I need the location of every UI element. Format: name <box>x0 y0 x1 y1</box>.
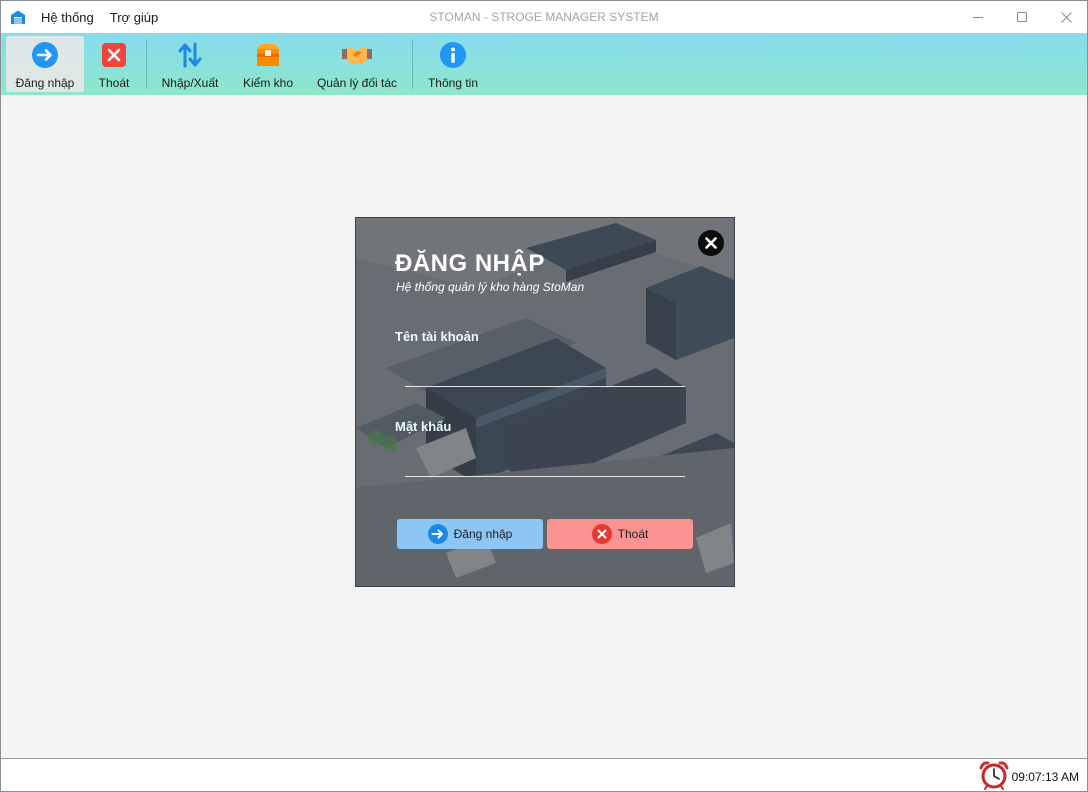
maximize-button[interactable] <box>1000 1 1044 33</box>
info-icon <box>438 40 468 70</box>
main-window: Hệ thống Trợ giúp STOMAN - STROGE MANAGE… <box>0 0 1088 792</box>
toolbar-exit-button[interactable]: Thoát <box>91 36 137 92</box>
toolbar-separator <box>412 39 413 89</box>
toolbar-login-label: Đăng nhập <box>15 76 75 90</box>
handshake-icon <box>342 40 372 70</box>
toolbar-info-label: Thông tin <box>427 76 479 90</box>
menu-system[interactable]: Hệ thống <box>41 10 94 25</box>
toolbar-info-button[interactable]: Thông tin <box>422 36 484 92</box>
minimize-button[interactable] <box>956 1 1000 33</box>
toolbar-partners-label: Quản lý đối tác <box>316 76 398 90</box>
username-label: Tên tài khoản <box>395 329 479 344</box>
toolbar-import-export-label: Nhập/Xuất <box>161 76 219 90</box>
toolbar-partners-button[interactable]: Quản lý đối tác <box>313 36 401 92</box>
login-dialog: ĐĂNG NHẬP Hệ thống quản lý kho hàng StoM… <box>355 217 735 587</box>
alarm-clock-icon <box>979 761 1009 790</box>
password-label: Mật khẩu <box>395 419 452 434</box>
box-icon <box>253 40 283 70</box>
toolbar-import-export-button[interactable]: Nhập/Xuất <box>155 36 225 92</box>
status-bar: 09:07:13 AM <box>1 758 1087 791</box>
toolbar-exit-label: Thoát <box>98 76 130 90</box>
toolbar-separator <box>146 39 147 89</box>
exit-x-icon <box>99 40 129 70</box>
exit-button[interactable]: Thoát <box>547 519 693 549</box>
dialog-title: ĐĂNG NHẬP <box>395 250 545 277</box>
login-button[interactable]: Đăng nhập <box>397 519 543 549</box>
menu-bar: Hệ thống Trợ giúp <box>41 1 158 33</box>
username-field[interactable] <box>405 358 685 387</box>
login-button-label: Đăng nhập <box>453 527 513 541</box>
exit-button-label: Thoát <box>617 527 649 541</box>
login-arrow-icon <box>30 40 60 70</box>
close-icon <box>705 237 717 249</box>
toolbar-inventory-label: Kiểm kho <box>242 76 294 90</box>
import-export-arrows-icon <box>175 40 205 70</box>
warehouse-app-icon <box>11 10 25 24</box>
menu-help[interactable]: Trợ giúp <box>110 10 159 25</box>
clock-time: 09:07:13 AM <box>1011 770 1079 784</box>
dialog-subtitle: Hệ thống quản lý kho hàng StoMan <box>396 280 585 294</box>
dialog-close-button[interactable] <box>698 230 724 256</box>
toolbar-login-button[interactable]: Đăng nhập <box>6 36 84 92</box>
close-window-button[interactable] <box>1044 1 1087 33</box>
title-bar: Hệ thống Trợ giúp STOMAN - STROGE MANAGE… <box>1 1 1087 33</box>
main-toolbar: Đăng nhập Thoát Nhập/Xuất Kiểm kho Quản <box>1 33 1087 95</box>
toolbar-inventory-button[interactable]: Kiểm kho <box>238 36 298 92</box>
window-title: STOMAN - STROGE MANAGER SYSTEM <box>429 10 659 24</box>
login-arrow-icon <box>427 524 448 544</box>
maximize-icon <box>1017 12 1027 22</box>
password-field[interactable] <box>405 448 685 477</box>
close-icon <box>1060 11 1072 23</box>
exit-x-icon <box>591 524 612 544</box>
minimize-icon <box>973 17 983 18</box>
